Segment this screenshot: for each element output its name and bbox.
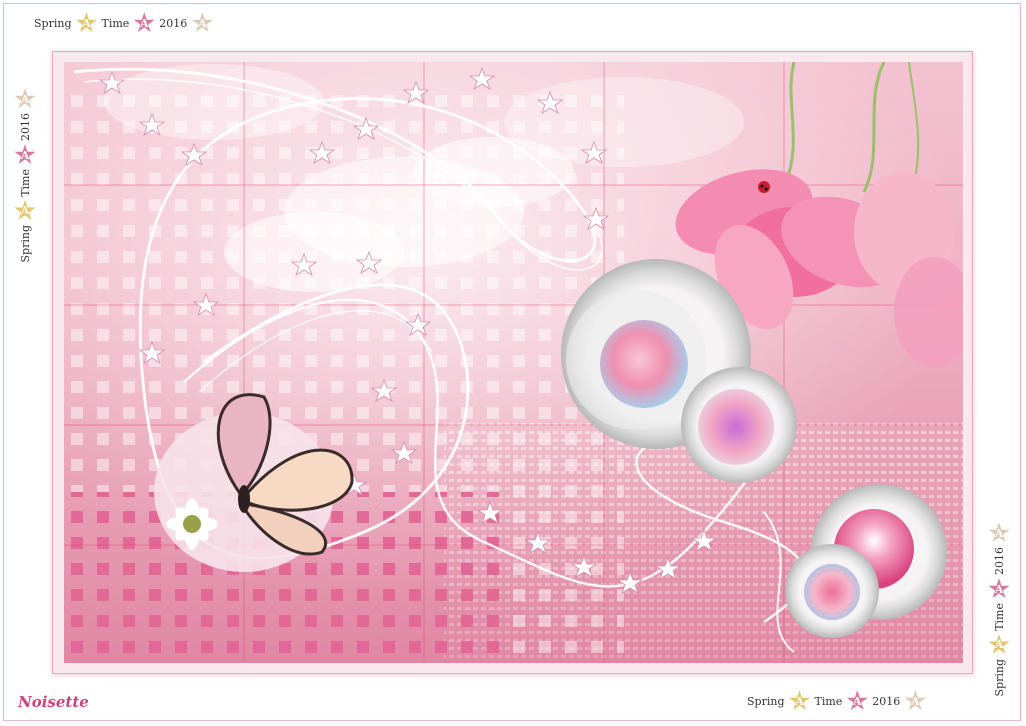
star-badge-beige-icon: A	[988, 522, 1010, 543]
artist-signature: Noisette	[18, 693, 89, 711]
banner-word-spring: Spring	[992, 658, 1006, 697]
bottom-right-banner: Spring A Time A 2016 A	[747, 690, 926, 712]
artwork	[64, 62, 963, 663]
star-badge-beige-icon: A	[904, 690, 926, 711]
banner-word-spring: Spring	[34, 16, 72, 30]
star-badge-gold-icon: A	[75, 12, 98, 33]
photo-cherry	[804, 564, 860, 620]
star-badge-beige-icon: A	[191, 12, 213, 33]
banner-year: 2016	[992, 547, 1006, 575]
banner-year: 2016	[872, 694, 901, 708]
star-badge-gold-icon: A	[788, 690, 811, 711]
banner-word-time: Time	[101, 16, 130, 30]
right-vertical-banner: A 2016 A Time A Spring	[988, 522, 1010, 696]
photo-blossom	[600, 320, 688, 408]
banner-word-spring: Spring	[18, 224, 32, 263]
star-badge-pink-icon: A	[133, 12, 155, 33]
banner-word-time: Time	[814, 694, 843, 708]
banner-word-time: Time	[18, 169, 32, 197]
star-badge-gold-icon: A	[988, 633, 1010, 654]
top-left-banner: Spring A Time A 2016 A	[34, 12, 213, 34]
photo-butterfly	[698, 389, 774, 465]
star-badge-gold-icon: A	[14, 199, 36, 220]
banner-year: 2016	[18, 113, 32, 141]
banner-year: 2016	[159, 16, 188, 30]
star-badge-beige-icon: A	[14, 88, 36, 109]
left-vertical-banner: A 2016 A Time A Spring	[14, 88, 36, 262]
banner-word-time: Time	[992, 603, 1006, 631]
ladybug-icon	[758, 181, 770, 193]
artwork-canvas	[64, 62, 963, 663]
star-badge-pink-icon: A	[988, 578, 1010, 599]
banner-word-spring: Spring	[747, 694, 785, 708]
star-badge-pink-icon: A	[14, 144, 36, 165]
star-badge-pink-icon: A	[846, 690, 868, 711]
